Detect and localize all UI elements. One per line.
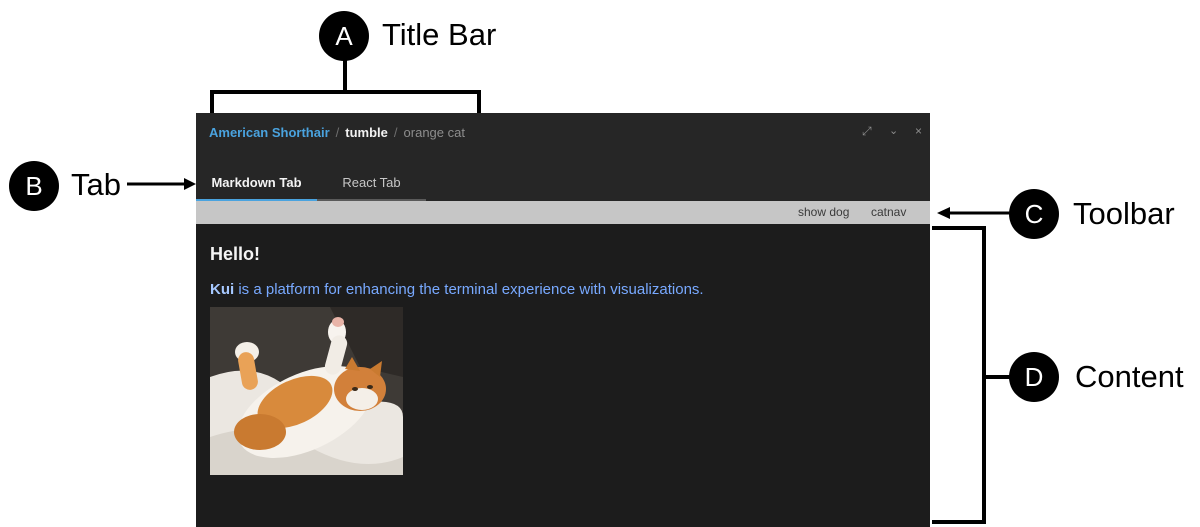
breadcrumb-separator: /	[393, 125, 398, 140]
breadcrumb-item-tumble[interactable]: tumble	[345, 125, 388, 140]
annotation-c-badge: C	[1009, 189, 1059, 239]
toolbar: show dog catnav	[196, 201, 930, 224]
annotation-a-badge: A	[319, 11, 369, 61]
content-heading: Hello!	[210, 244, 261, 264]
kui-window: American Shorthair / tumble / orange cat ⤢ ⌄…	[196, 113, 930, 527]
tab-react[interactable]: React Tab	[317, 171, 426, 201]
annotation-c-label: Toolbar	[1073, 196, 1175, 231]
title-bar: American Shorthair / tumble / orange cat ⤢ ⌄…	[196, 113, 930, 153]
annotation-b-badge: B	[9, 161, 59, 211]
annotation-d-badge: D	[1009, 352, 1059, 402]
content-area: Hello! Kui is a platform for enhancing t…	[196, 224, 930, 527]
annotation-a-label: Title Bar	[382, 17, 497, 52]
content-paragraph: Kui is a platform for enhancing the term…	[210, 281, 704, 298]
close-icon[interactable]: ×	[915, 122, 922, 140]
maximize-icon[interactable]: ⤢	[862, 122, 872, 140]
annotation-b-label: Tab	[71, 167, 121, 202]
breadcrumb-item-orange-cat: orange cat	[403, 125, 465, 140]
kui-link[interactable]: Kui	[210, 281, 234, 298]
breadcrumb-separator: /	[335, 125, 340, 140]
tab-bar: Markdown Tab React Tab	[196, 153, 930, 201]
tab-markdown[interactable]: Markdown Tab	[196, 171, 317, 201]
cat-photo	[210, 307, 403, 475]
minimize-icon[interactable]: ⌄	[889, 122, 898, 140]
breadcrumb-item-american-shorthair[interactable]: American Shorthair	[209, 125, 330, 140]
content-paragraph-text: is a platform for enhancing the terminal…	[234, 281, 704, 298]
annotation-d-label: Content	[1075, 359, 1184, 394]
catnav-button[interactable]: catnav	[871, 205, 906, 219]
show-dog-button[interactable]: show dog	[798, 205, 849, 219]
breadcrumb: American Shorthair / tumble / orange cat	[209, 125, 465, 140]
